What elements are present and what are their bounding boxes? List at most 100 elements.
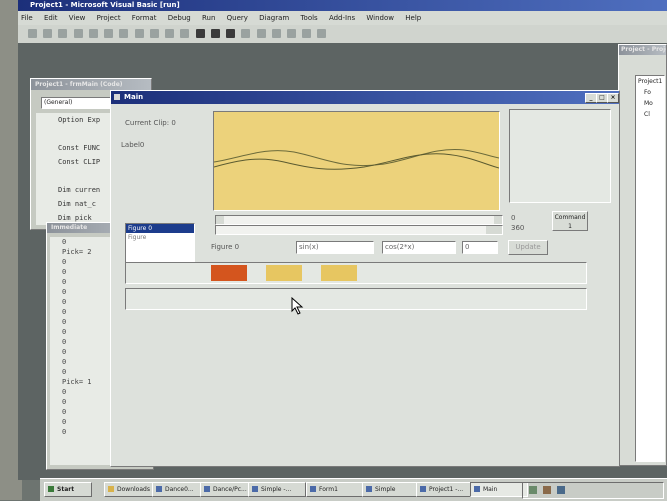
figure-listbox[interactable]: Figure 0 Figure xyxy=(125,223,195,263)
project-explorer-icon[interactable] xyxy=(241,29,251,38)
taskbar-simple2[interactable]: Simple xyxy=(362,482,420,497)
tree-item-forms[interactable]: Fo xyxy=(636,87,664,98)
tree-item-modules[interactable]: Mo xyxy=(636,98,664,109)
end-icon[interactable] xyxy=(226,29,236,38)
scroll-thumb[interactable] xyxy=(486,226,494,234)
code-window-title: Project1 - frmMain (Code) xyxy=(31,79,151,90)
app-icon xyxy=(310,486,316,492)
taskbar-label: Dance0... xyxy=(165,486,194,493)
scroll-max-value: 360 xyxy=(511,224,525,232)
command1-label: Command 1 xyxy=(554,214,586,230)
color-swatch-2[interactable] xyxy=(266,265,302,281)
menu-run[interactable]: Run xyxy=(202,14,215,22)
menu-help[interactable]: Help xyxy=(405,14,421,22)
label0: Label0 xyxy=(121,141,145,149)
menu-tools[interactable]: Tools xyxy=(300,14,317,22)
menu-file[interactable]: File xyxy=(21,14,33,22)
break-icon[interactable] xyxy=(210,29,220,38)
scroll-right-arrow[interactable] xyxy=(494,226,502,234)
app-icon xyxy=(252,486,258,492)
copy-icon[interactable] xyxy=(119,29,129,38)
app-icon xyxy=(474,486,480,492)
ide-title: Project1 - Microsoft Visual Basic [run] xyxy=(30,1,180,9)
tray-icon[interactable] xyxy=(543,486,551,494)
vb-icon xyxy=(420,486,426,492)
menu-query[interactable]: Query xyxy=(227,14,248,22)
start-label: Start xyxy=(57,486,75,493)
main-form: Main _ □ × Current Clip: 0 Label0 Figure… xyxy=(110,90,620,467)
windows-logo-icon xyxy=(48,486,54,492)
menu-view[interactable]: View xyxy=(69,14,86,22)
taskbar-label: Form1 xyxy=(319,486,338,493)
taskbar-main[interactable]: Main xyxy=(470,482,528,497)
tree-item-project[interactable]: Project1 xyxy=(636,76,664,87)
form-icon xyxy=(114,94,120,100)
taskbar-label: Dance/Pc... xyxy=(213,486,247,493)
ide-toolbar xyxy=(18,25,667,43)
app-icon xyxy=(366,486,372,492)
toolbox-icon[interactable] xyxy=(302,29,312,38)
data-view-icon[interactable] xyxy=(317,29,327,38)
tree-item-classes[interactable]: Cl xyxy=(636,109,664,120)
app-icon xyxy=(156,486,162,492)
secondary-picturebox[interactable] xyxy=(509,109,611,203)
menu-format[interactable]: Format xyxy=(132,14,157,22)
plot-picturebox[interactable] xyxy=(213,111,500,211)
update-button[interactable]: Update xyxy=(508,240,548,255)
menu-addins[interactable]: Add-Ins xyxy=(329,14,355,22)
app-icon xyxy=(204,486,210,492)
update-label: Update xyxy=(515,243,541,251)
sin-curve xyxy=(214,149,499,167)
menu-debug[interactable]: Debug xyxy=(168,14,191,22)
color-swatch-1[interactable] xyxy=(211,265,247,281)
taskbar-label: Main xyxy=(483,486,498,493)
value-input[interactable]: 0 xyxy=(462,241,498,254)
add-form-icon[interactable] xyxy=(43,29,53,38)
cut-icon[interactable] xyxy=(104,29,114,38)
figure-list-item-selected[interactable]: Figure 0 xyxy=(126,224,194,233)
undo-icon[interactable] xyxy=(165,29,175,38)
menu-editor-icon[interactable] xyxy=(58,29,68,38)
close-button[interactable]: × xyxy=(607,93,619,103)
menu-project[interactable]: Project xyxy=(97,14,121,22)
open-icon[interactable] xyxy=(73,29,83,38)
find-icon[interactable] xyxy=(149,29,159,38)
start-button[interactable]: Start xyxy=(44,482,92,497)
main-form-titlebar: Main _ □ × xyxy=(111,91,619,104)
scrollbar-min[interactable] xyxy=(215,215,503,225)
project-tree[interactable]: Project1 Fo Mo Cl xyxy=(635,75,665,462)
project-panel-title: Project - Project1 xyxy=(619,45,666,55)
taskbar-project1[interactable]: Project1 -... xyxy=(416,482,478,497)
scrollbar-max[interactable] xyxy=(215,225,503,235)
redo-icon[interactable] xyxy=(180,29,190,38)
figure-list-item[interactable]: Figure xyxy=(126,233,194,242)
start-icon[interactable] xyxy=(195,29,205,38)
tray-icon[interactable] xyxy=(557,486,565,494)
save-icon[interactable] xyxy=(88,29,98,38)
color-swatch-3[interactable] xyxy=(321,265,357,281)
taskbar-simple1[interactable]: Simple -... xyxy=(248,482,306,497)
folder-icon xyxy=(108,486,114,492)
current-clip-label: Current Clip: 0 xyxy=(125,119,176,127)
func2-input[interactable]: cos(2*x) xyxy=(382,241,456,254)
taskbar-form1[interactable]: Form1 xyxy=(306,482,364,497)
paste-icon[interactable] xyxy=(134,29,144,38)
add-project-icon[interactable] xyxy=(28,29,37,38)
menu-edit[interactable]: Edit xyxy=(44,14,58,22)
ide-menubar: File Edit View Project Format Debug Run … xyxy=(18,11,667,25)
project-panel: Project - Project1 Project1 Fo Mo Cl xyxy=(618,44,667,466)
menu-diagram[interactable]: Diagram xyxy=(259,14,289,22)
func1-input[interactable]: sin(x) xyxy=(296,241,374,254)
menu-window[interactable]: Window xyxy=(366,14,394,22)
main-form-title: Main xyxy=(124,93,144,101)
color-strip[interactable] xyxy=(125,262,587,284)
properties-icon[interactable] xyxy=(256,29,266,38)
form-layout-icon[interactable] xyxy=(271,29,281,38)
object-browser-icon[interactable] xyxy=(286,29,296,38)
scroll-left-arrow[interactable] xyxy=(216,216,224,224)
scroll-right-arrow[interactable] xyxy=(494,216,502,224)
tray-icon[interactable] xyxy=(529,486,537,494)
taskbar: Start Downloads Dance0... Dance/Pc... Si… xyxy=(40,478,667,501)
command1-button[interactable]: Command 1 xyxy=(552,211,588,231)
lower-panel[interactable] xyxy=(125,288,587,310)
